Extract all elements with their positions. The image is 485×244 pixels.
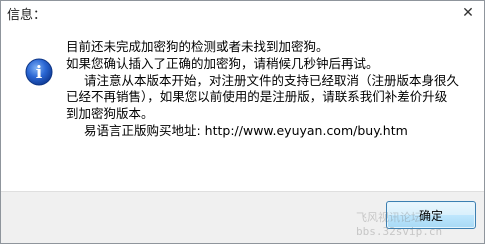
info-glyph: i (36, 63, 43, 83)
button-bar: 确定 (1, 191, 484, 243)
message-line: 如果您确认插入了正确的加密狗，请稍候几秒钟后再试。 (66, 55, 379, 71)
ok-button[interactable]: 确定 (386, 201, 476, 229)
message-dialog: 信息： ✕ i 目前还未完成加密狗的检测或者未找到加密狗。 如果您确认插入了正确… (0, 0, 485, 244)
title-bar: 信息： ✕ (1, 1, 484, 27)
message-line: 请注意从本版本开始，对注册文件的支持已经取消（注册版本身很久 (84, 72, 460, 88)
info-icon: i (25, 58, 53, 86)
message-line: 易语言正版购买地址: http://www.eyuyan.com/buy.htm (84, 122, 408, 138)
window-title: 信息： (7, 8, 47, 23)
message-line: 已经不再销售），如果您以前使用的是注册版，请联系我们补差价升级 (66, 89, 448, 105)
message-text: 目前还未完成加密狗的检测或者未找到加密狗。 如果您确认插入了正确的加密狗，请稍候… (66, 39, 466, 140)
divider (1, 191, 484, 192)
message-line: 到加密狗版本。 (66, 106, 154, 122)
message-line: 目前还未完成加密狗的检测或者未找到加密狗。 (66, 39, 329, 54)
close-button[interactable]: ✕ (457, 3, 479, 23)
close-icon: ✕ (462, 5, 474, 21)
